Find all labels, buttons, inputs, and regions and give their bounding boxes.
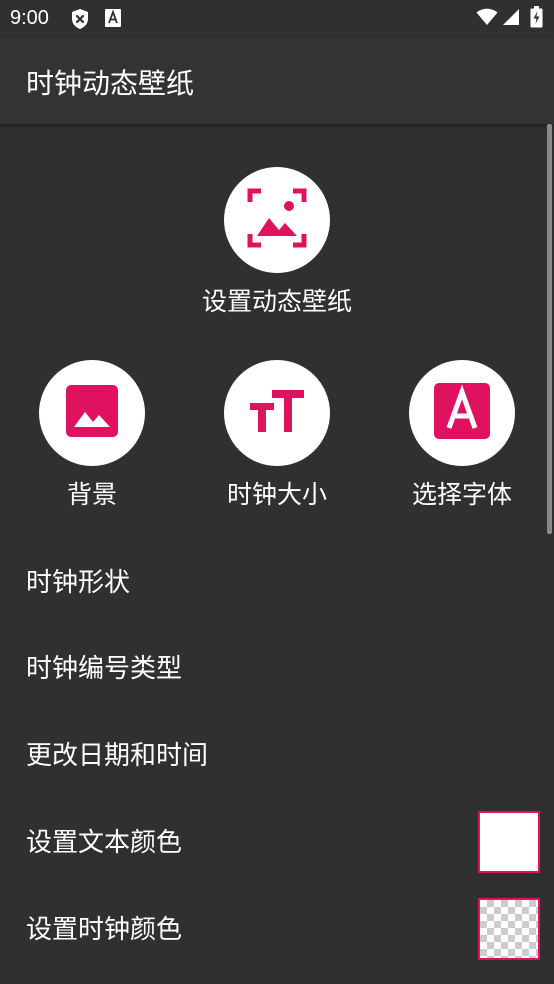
wallpaper-frame-icon <box>247 188 307 252</box>
choose-font-label: 选择字体 <box>411 480 512 509</box>
page-title: 时钟动态壁纸 <box>26 67 195 100</box>
shield-x-icon <box>70 8 90 34</box>
battery-charging-icon <box>530 6 543 32</box>
status-bar: 9:00 <box>0 0 554 38</box>
list-item-clock-shape[interactable]: 时钟形状 <box>0 536 554 622</box>
image-icon <box>65 384 119 442</box>
choose-font-button[interactable] <box>409 360 515 466</box>
scrollbar[interactable] <box>547 124 552 534</box>
set-live-wallpaper-label: 设置动态壁纸 <box>201 287 352 316</box>
list-item-change-date-time[interactable]: 更改日期和时间 <box>0 709 554 795</box>
font-letter-a-icon <box>433 382 491 444</box>
cell-signal-icon <box>502 8 520 30</box>
clock-color-swatch[interactable] <box>478 898 540 960</box>
background-button[interactable] <box>39 360 145 466</box>
list-item-label: 时钟形状 <box>26 568 131 598</box>
text-color-swatch[interactable] <box>478 811 540 873</box>
list-item-text-color[interactable]: 设置文本颜色 <box>0 796 554 882</box>
list-item-label: 更改日期和时间 <box>26 741 209 771</box>
status-time: 9:00 <box>10 7 49 29</box>
list-item-label: 设置时钟颜色 <box>26 915 183 945</box>
font-a-icon <box>104 8 122 32</box>
list-item-clock-number-type[interactable]: 时钟编号类型 <box>0 622 554 708</box>
text-size-icon <box>248 388 306 438</box>
wifi-icon <box>476 8 498 30</box>
list-item-label: 设置文本颜色 <box>26 828 183 858</box>
list-item-clock-color[interactable]: 设置时钟颜色 <box>0 883 554 969</box>
clock-size-button[interactable] <box>224 360 330 466</box>
set-live-wallpaper-button[interactable] <box>224 167 330 273</box>
background-label: 背景 <box>66 480 117 509</box>
list-item-label: 时钟编号类型 <box>26 654 183 684</box>
app-bar: 时钟动态壁纸 <box>0 38 554 124</box>
clock-size-label: 时钟大小 <box>226 480 327 509</box>
